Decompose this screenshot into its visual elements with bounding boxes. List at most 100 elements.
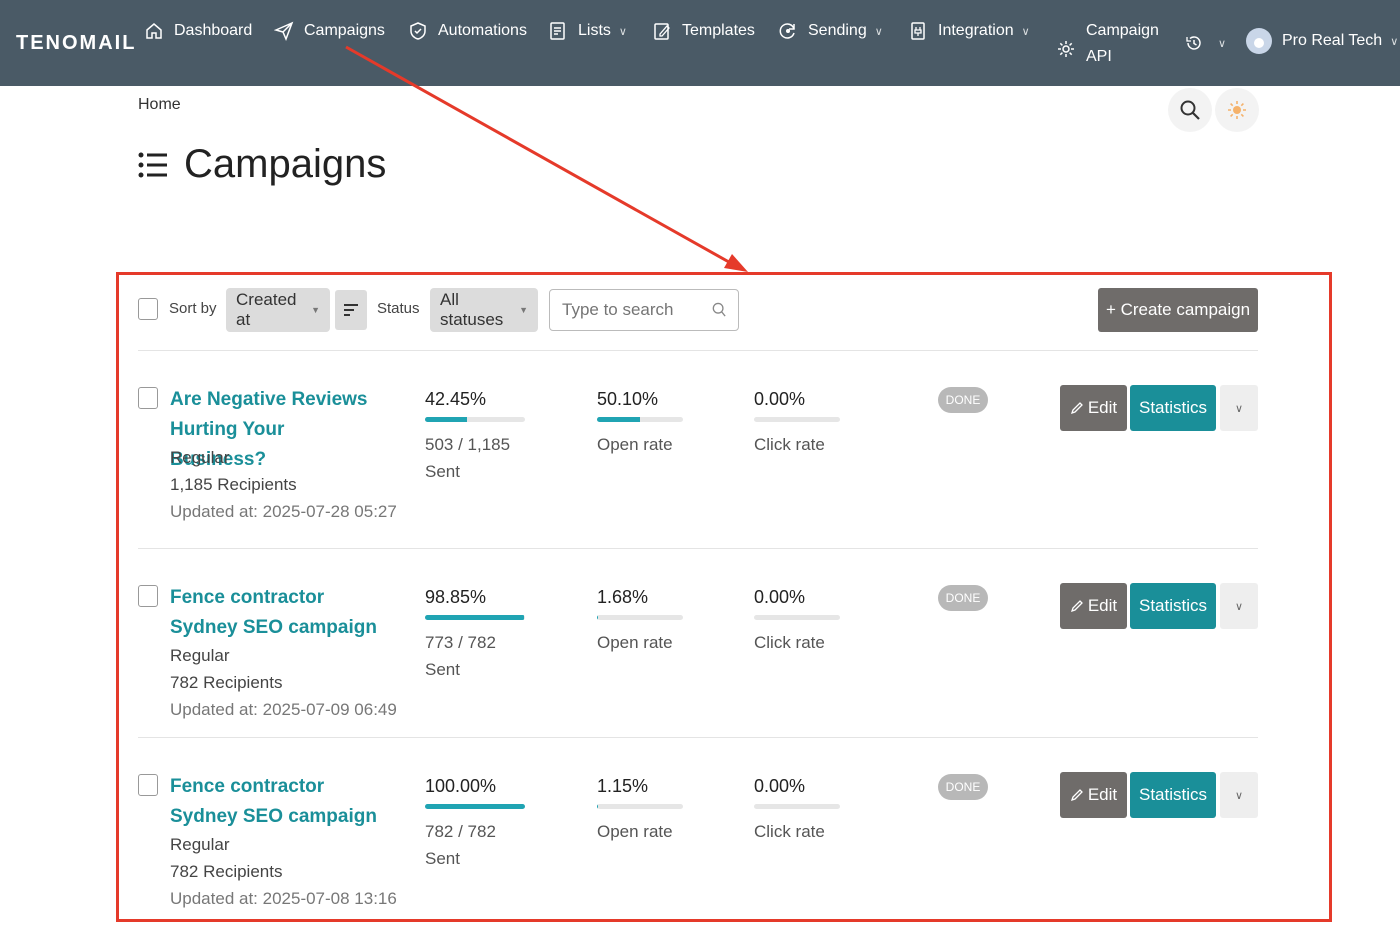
click-rate-metric: 0.00% Click rate [754, 587, 864, 656]
row-checkbox[interactable] [138, 387, 158, 409]
sent-progress-bar [425, 417, 525, 422]
nav-dashboard[interactable]: Dashboard [144, 18, 252, 44]
pencil-icon [1070, 402, 1083, 415]
status-badge: DONE [938, 387, 988, 413]
click-rate-label: Click rate [754, 633, 825, 652]
sort-direction-button[interactable] [335, 290, 367, 330]
click-rate-percent: 0.00% [754, 776, 806, 796]
click-rate-label: Click rate [754, 435, 825, 454]
nav-campaign-api[interactable]: Campaign API [1056, 18, 1159, 70]
row-checkbox[interactable] [138, 585, 158, 607]
campaign-recipients: 1,185 Recipients [170, 475, 297, 494]
click-rate-progress-bar [754, 417, 840, 422]
avatar [1246, 28, 1272, 54]
nav-automations[interactable]: Automations [408, 18, 527, 44]
open-rate-progress-bar [597, 417, 683, 422]
edit-button[interactable]: Edit [1060, 583, 1127, 629]
chevron-down-icon: ∨ [618, 25, 627, 38]
shield-check-icon [410, 22, 426, 40]
top-navbar: TENOMAIL Dashboard Campaigns Automations… [0, 0, 1400, 86]
nav-campaigns[interactable]: Campaigns [274, 18, 385, 44]
campaign-recipients: 782 Recipients [170, 862, 283, 881]
row-checkbox[interactable] [138, 774, 158, 796]
more-actions-dropdown[interactable]: ∨ [1220, 772, 1258, 818]
open-rate-metric: 50.10% Open rate [597, 389, 707, 458]
campaign-updated: Updated at: 2025-07-09 06:49 [170, 700, 397, 719]
campaign-name-link[interactable]: Fence contractor Sydney SEO campaign [170, 772, 380, 832]
chevron-down-icon: ∨ [1390, 35, 1399, 48]
sort-by-select[interactable]: Created at ▼ [226, 288, 330, 332]
campaign-updated: Updated at: 2025-07-08 13:16 [170, 889, 397, 908]
statistics-button[interactable]: Statistics [1130, 583, 1216, 629]
status-label: Status [377, 300, 420, 317]
nav-lists[interactable]: Lists ∨ [548, 18, 627, 44]
nav-templates-label: Templates [682, 22, 755, 39]
nav-integration[interactable]: Integration ∨ [908, 18, 1030, 44]
home-icon [146, 23, 162, 39]
more-actions-dropdown[interactable]: ∨ [1220, 385, 1258, 431]
campaign-type: Regular [170, 835, 230, 854]
open-rate-percent: 1.68% [597, 587, 649, 607]
nav-campaigns-label: Campaigns [304, 22, 385, 39]
nav-integration-label: Integration [938, 22, 1014, 39]
edit-button-label: Edit [1087, 596, 1118, 615]
search-button[interactable] [1168, 88, 1212, 132]
chevron-down-icon: ∨ [1218, 37, 1227, 50]
history-icon [1186, 36, 1201, 50]
pencil-icon [1070, 789, 1083, 802]
breadcrumb[interactable]: Home [138, 96, 181, 114]
statistics-button[interactable]: Statistics [1130, 772, 1216, 818]
sun-icon [1228, 101, 1246, 119]
sent-percent: 100.00% [425, 776, 497, 796]
brand-logo[interactable]: TENOMAIL [16, 32, 136, 55]
user-menu[interactable]: Pro Real Tech ∨ [1246, 28, 1398, 54]
campaign-row: Fence contractor Sydney SEO campaign Reg… [138, 548, 1258, 736]
sent-percent: 42.45% [425, 389, 487, 409]
create-campaign-button[interactable]: + Create campaign [1098, 288, 1258, 332]
open-rate-label: Open rate [597, 633, 673, 652]
select-all-checkbox[interactable] [138, 298, 158, 320]
click-rate-percent: 0.00% [754, 389, 806, 409]
status-value: All statuses [440, 290, 504, 329]
sent-count: 503 / 1,185 [425, 435, 511, 454]
open-rate-percent: 50.10% [597, 389, 659, 409]
campaign-type: Regular [170, 646, 230, 665]
sent-metric: 42.45% 503 / 1,185 Sent [425, 389, 535, 485]
caret-down-icon: ▼ [519, 305, 528, 315]
sent-label: Sent [425, 660, 460, 679]
plug-doc-icon [911, 22, 925, 40]
sort-by-label: Sort by [169, 300, 217, 317]
campaign-name-link[interactable]: Fence contractor Sydney SEO campaign [170, 583, 380, 643]
statistics-button[interactable]: Statistics [1130, 385, 1216, 431]
status-badge: DONE [938, 774, 988, 800]
campaign-row: Fence contractor Sydney SEO campaign Reg… [138, 737, 1258, 925]
sent-label: Sent [425, 849, 460, 868]
chevron-down-icon: ∨ [1234, 789, 1244, 802]
edit-button-label: Edit [1087, 785, 1118, 804]
nav-campaign-api-line1: Campaign [1086, 22, 1159, 39]
click-rate-progress-bar [754, 615, 840, 620]
nav-sending[interactable]: Sending ∨ [778, 18, 883, 44]
paper-plane-icon [274, 21, 294, 41]
edit-button[interactable]: Edit [1060, 772, 1127, 818]
gear-icon [1058, 41, 1074, 57]
open-rate-label: Open rate [597, 822, 673, 841]
search-field[interactable] [549, 289, 739, 331]
open-rate-label: Open rate [597, 435, 673, 454]
campaign-row: Are Negative Reviews Hurting Your Busine… [138, 350, 1258, 538]
user-name: Pro Real Tech [1282, 32, 1383, 49]
open-rate-metric: 1.15% Open rate [597, 776, 707, 845]
page-title: Campaigns [138, 142, 386, 187]
campaign-recipients: 782 Recipients [170, 673, 283, 692]
more-actions-dropdown[interactable]: ∨ [1220, 583, 1258, 629]
theme-toggle-button[interactable] [1215, 88, 1259, 132]
campaign-toolbar: Sort by Created at ▼ Status All statuses… [138, 286, 1258, 334]
sort-icon [344, 304, 358, 316]
campaign-updated: Updated at: 2025-07-28 05:27 [170, 502, 397, 521]
search-input[interactable] [562, 300, 712, 320]
nav-templates[interactable]: Templates [652, 18, 755, 44]
history-menu[interactable]: ∨ [1184, 30, 1226, 56]
edit-button[interactable]: Edit [1060, 385, 1127, 431]
campaign-type: Regular [170, 448, 230, 467]
status-select[interactable]: All statuses ▼ [430, 288, 538, 332]
